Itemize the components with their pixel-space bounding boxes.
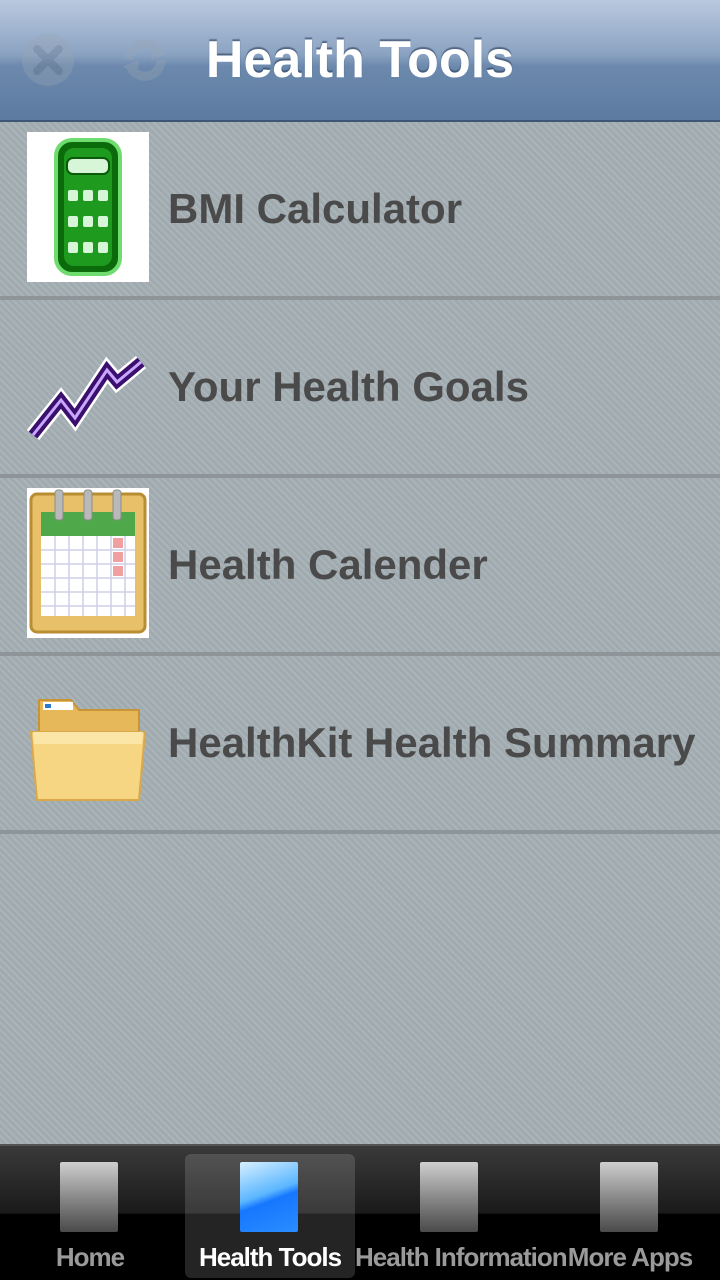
more-apps-tab-icon [600, 1162, 658, 1232]
list-item-health-calender[interactable]: Health Calender [0, 478, 720, 656]
calculator-icon [27, 132, 149, 282]
home-tab-icon [60, 1162, 118, 1232]
trend-line-icon [26, 310, 149, 460]
tab-health-tools[interactable]: Health Tools [185, 1154, 355, 1278]
tab-health-information[interactable]: Health Information [355, 1154, 568, 1278]
calendar-icon [27, 488, 149, 638]
tab-label: Health Tools [198, 1242, 342, 1272]
tab-label: More Apps [567, 1242, 693, 1272]
navigation-bar: Health Tools [0, 0, 720, 122]
health-tools-tab-icon [240, 1162, 298, 1232]
list-item-label: HealthKit Health Summary [168, 719, 696, 766]
tools-list: BMI Calculator Your Health Goals Health … [0, 122, 720, 1144]
tab-bar: Home Health Tools Health Information Mor… [0, 1144, 720, 1280]
tab-label: Home [55, 1242, 125, 1272]
tab-label: Health Information [355, 1242, 568, 1272]
tab-more-apps[interactable]: More Apps [545, 1154, 715, 1278]
list-item-healthkit-summary[interactable]: HealthKit Health Summary [0, 656, 720, 834]
list-item-label: Your Health Goals [168, 363, 529, 410]
list-item-label: Health Calender [168, 541, 488, 588]
tab-home[interactable]: Home [5, 1154, 175, 1278]
folder-icon [27, 666, 149, 816]
list-item-health-goals[interactable]: Your Health Goals [0, 300, 720, 478]
health-information-tab-icon [420, 1162, 478, 1232]
list-item-bmi-calculator[interactable]: BMI Calculator [0, 122, 720, 300]
page-title: Health Tools [205, 31, 515, 89]
list-item-label: BMI Calculator [168, 185, 463, 232]
